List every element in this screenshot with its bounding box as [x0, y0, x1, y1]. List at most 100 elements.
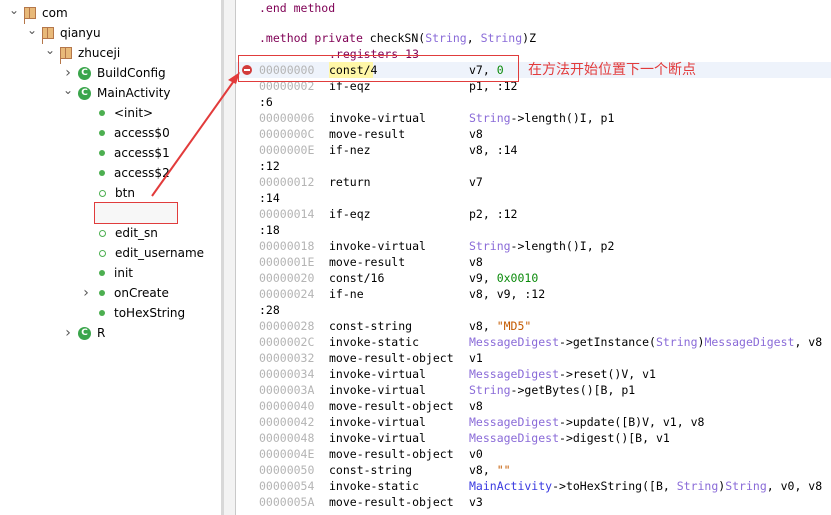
code-operands: v8, :14 [469, 143, 518, 157]
method-icon [99, 150, 105, 156]
code-line[interactable]: 0000005A move-result-object v3 [236, 494, 831, 510]
tree-item[interactable]: ⌄ qianyu [26, 23, 101, 43]
tree-item[interactable]: init [80, 263, 133, 283]
code-opcode: invoke-virtual [329, 239, 426, 253]
tree-item-label: onCreate [114, 286, 169, 300]
code-line[interactable]: 00000020 const/16 v9, 0x0010 [236, 270, 831, 286]
code-line[interactable]: 00000040 move-result-object v8 [236, 398, 831, 414]
tree-item[interactable]: access$2 [80, 163, 170, 183]
tree-item[interactable]: › C R [62, 323, 105, 343]
code-operands: MessageDigest->reset()V, v1 [469, 367, 656, 381]
tree-item[interactable]: edit_username [80, 243, 204, 263]
method-icon [99, 170, 105, 176]
code-line[interactable]: 0000001E move-result v8 [236, 254, 831, 270]
package-icon [24, 7, 36, 19]
code-line[interactable]: 0000000E if-nez v8, :14 [236, 142, 831, 158]
code-operands: v8, "MD5" [469, 319, 532, 333]
code-opcode: const/16 [329, 271, 385, 285]
tree-item[interactable]: <init> [80, 103, 153, 123]
code-line[interactable]: 00000012 return v7 [236, 174, 831, 190]
chevron-down-icon[interactable]: ⌄ [62, 80, 74, 100]
tree-item[interactable]: edit_sn [80, 223, 158, 243]
code-address: 0000000C [259, 127, 315, 141]
code-opcode: if-nez [329, 143, 371, 157]
code-line[interactable]: 00000032 move-result-object v1 [236, 350, 831, 366]
chevron-down-icon[interactable]: ⌄ [26, 20, 38, 40]
tree-item-label: zhuceji [78, 46, 121, 60]
code-address: 00000048 [259, 431, 315, 445]
tree-item[interactable]: btn [80, 183, 135, 203]
code-operands: MessageDigest->digest()[B, v1 [469, 431, 670, 445]
tree-item-label: edit_sn [115, 226, 158, 240]
code-line[interactable]: 00000018 invoke-virtual String->length()I,… [236, 238, 831, 254]
method-icon [99, 270, 105, 276]
code-opcode: move-result [329, 127, 406, 141]
project-tree: ⌄ com ⌄ qianyu ⌄ zhuceji › C BuildConfig ⌄ C MainAc… [0, 0, 221, 515]
tree-item[interactable]: toHexString [80, 303, 185, 323]
method-declaration: .method private checkSN(String, String)Z [259, 31, 536, 45]
chevron-down-icon[interactable]: ⌄ [8, 0, 20, 20]
code-line[interactable]: 0000000C move-result v8 [236, 126, 831, 142]
annotation-text: 在方法开始位置下一个断点 [528, 62, 696, 78]
code-opcode: move-result-object [329, 495, 454, 509]
code-label: :6 [259, 95, 273, 109]
code-operands: v8, "" [469, 463, 511, 477]
tree-item[interactable]: ⌄ zhuceji [44, 43, 120, 63]
code-address: 00000040 [259, 399, 315, 413]
chevron-right-icon[interactable]: › [80, 283, 92, 303]
code-line[interactable]: 0000003A invoke-virtual String->getBytes()… [236, 382, 831, 398]
code-operands: v7 [469, 175, 483, 189]
code-line[interactable]: 00000006 invoke-virtual String->length()I,… [236, 110, 831, 126]
code-line[interactable]: 00000042 invoke-virtual MessageDigest->upd… [236, 414, 831, 430]
field-icon [99, 229, 106, 237]
code-line[interactable]: 00000014 if-eqz p2, :12 [236, 206, 831, 222]
tree-item[interactable]: › onCreate [80, 283, 169, 303]
field-icon [99, 189, 106, 197]
code-label: :28 [259, 303, 280, 317]
chevron-down-icon[interactable]: ⌄ [44, 40, 56, 60]
code-opcode: move-result-object [329, 399, 454, 413]
tree-item-label: btn [115, 186, 135, 200]
code-line[interactable]: 00000048 invoke-virtual MessageDigest->dig… [236, 430, 831, 446]
code-line[interactable]: 00000034 invoke-virtual MessageDigest->res… [236, 366, 831, 382]
code-operands: String->getBytes()[B, p1 [469, 383, 636, 397]
code-address: 00000032 [259, 351, 315, 365]
code-line[interactable]: 00000024 if-ne v8, v9, :12 [236, 286, 831, 302]
tree-item-label: R [97, 326, 106, 340]
tree-item[interactable]: › C BuildConfig [62, 63, 166, 83]
code-opcode: const-string [329, 463, 413, 477]
class-icon: C [78, 86, 91, 100]
tree-item[interactable]: access$1 [80, 143, 170, 163]
code-address: 00000028 [259, 319, 315, 333]
tree-item-label: access$2 [114, 166, 170, 180]
code-line[interactable]: 0000004E move-result-object v0 [236, 446, 831, 462]
code-opcode: invoke-static [329, 335, 420, 349]
code-address: 00000042 [259, 415, 315, 429]
code-address: 00000012 [259, 175, 315, 189]
tree-item[interactable]: ⌄ C MainActivity [62, 83, 171, 103]
tree-item-label: access$1 [114, 146, 170, 160]
class-icon: C [78, 66, 91, 80]
code-opcode: move-result-object [329, 351, 454, 365]
tree-item-label: BuildConfig [97, 66, 166, 80]
code-line[interactable]: 00000054 invoke-static MainActivity->toHex… [236, 478, 831, 494]
package-icon [60, 47, 72, 59]
code-line[interactable]: 0000002C invoke-static MessageDigest->getI… [236, 334, 831, 350]
end-method-directive: .end method [259, 1, 336, 15]
package-icon [42, 27, 54, 39]
scroll-gutter[interactable] [224, 0, 235, 515]
code-line[interactable]: 00000050 const-string v8, "" [236, 462, 831, 478]
code-operands: v1 [469, 351, 483, 365]
chevron-right-icon[interactable]: › [62, 323, 74, 343]
code-operands: v9, 0x0010 [469, 271, 539, 285]
code-operands: v8 [469, 127, 483, 141]
tree-item[interactable]: access$0 [80, 123, 170, 143]
code-line[interactable]: 00000028 const-string v8, "MD5" [236, 318, 831, 334]
code-address: 0000003A [259, 383, 315, 397]
code-opcode: const-string [329, 319, 413, 333]
